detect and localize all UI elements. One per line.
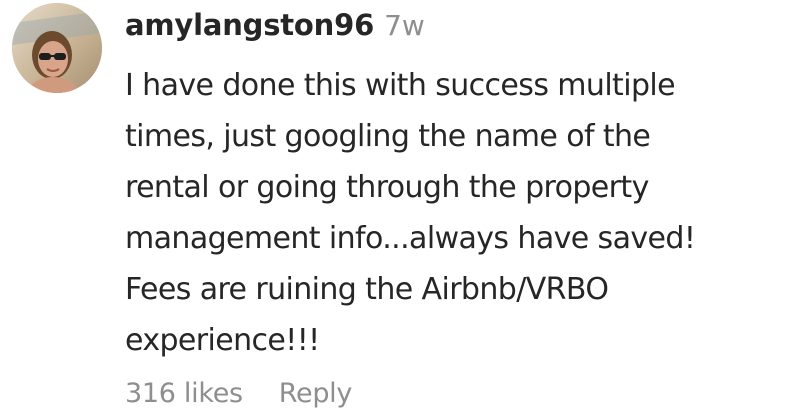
reply-button[interactable]: Reply — [279, 378, 353, 409]
user-avatar-icon — [12, 3, 102, 93]
likes-count-button[interactable]: 316 likes — [125, 378, 243, 409]
comment-actions: 316 likes Reply — [125, 378, 352, 409]
username-link[interactable]: amylangston96 — [125, 8, 374, 42]
comment-text: I have done this with success multiple t… — [125, 68, 696, 358]
comment-timestamp[interactable]: 7w — [384, 9, 425, 42]
avatar[interactable] — [12, 3, 102, 93]
comment: amylangston96 7w I have done this with s… — [0, 0, 800, 418]
comment-body: amylangston96 7w I have done this with s… — [125, 8, 785, 366]
comment-header: amylangston96 7w — [125, 8, 785, 52]
